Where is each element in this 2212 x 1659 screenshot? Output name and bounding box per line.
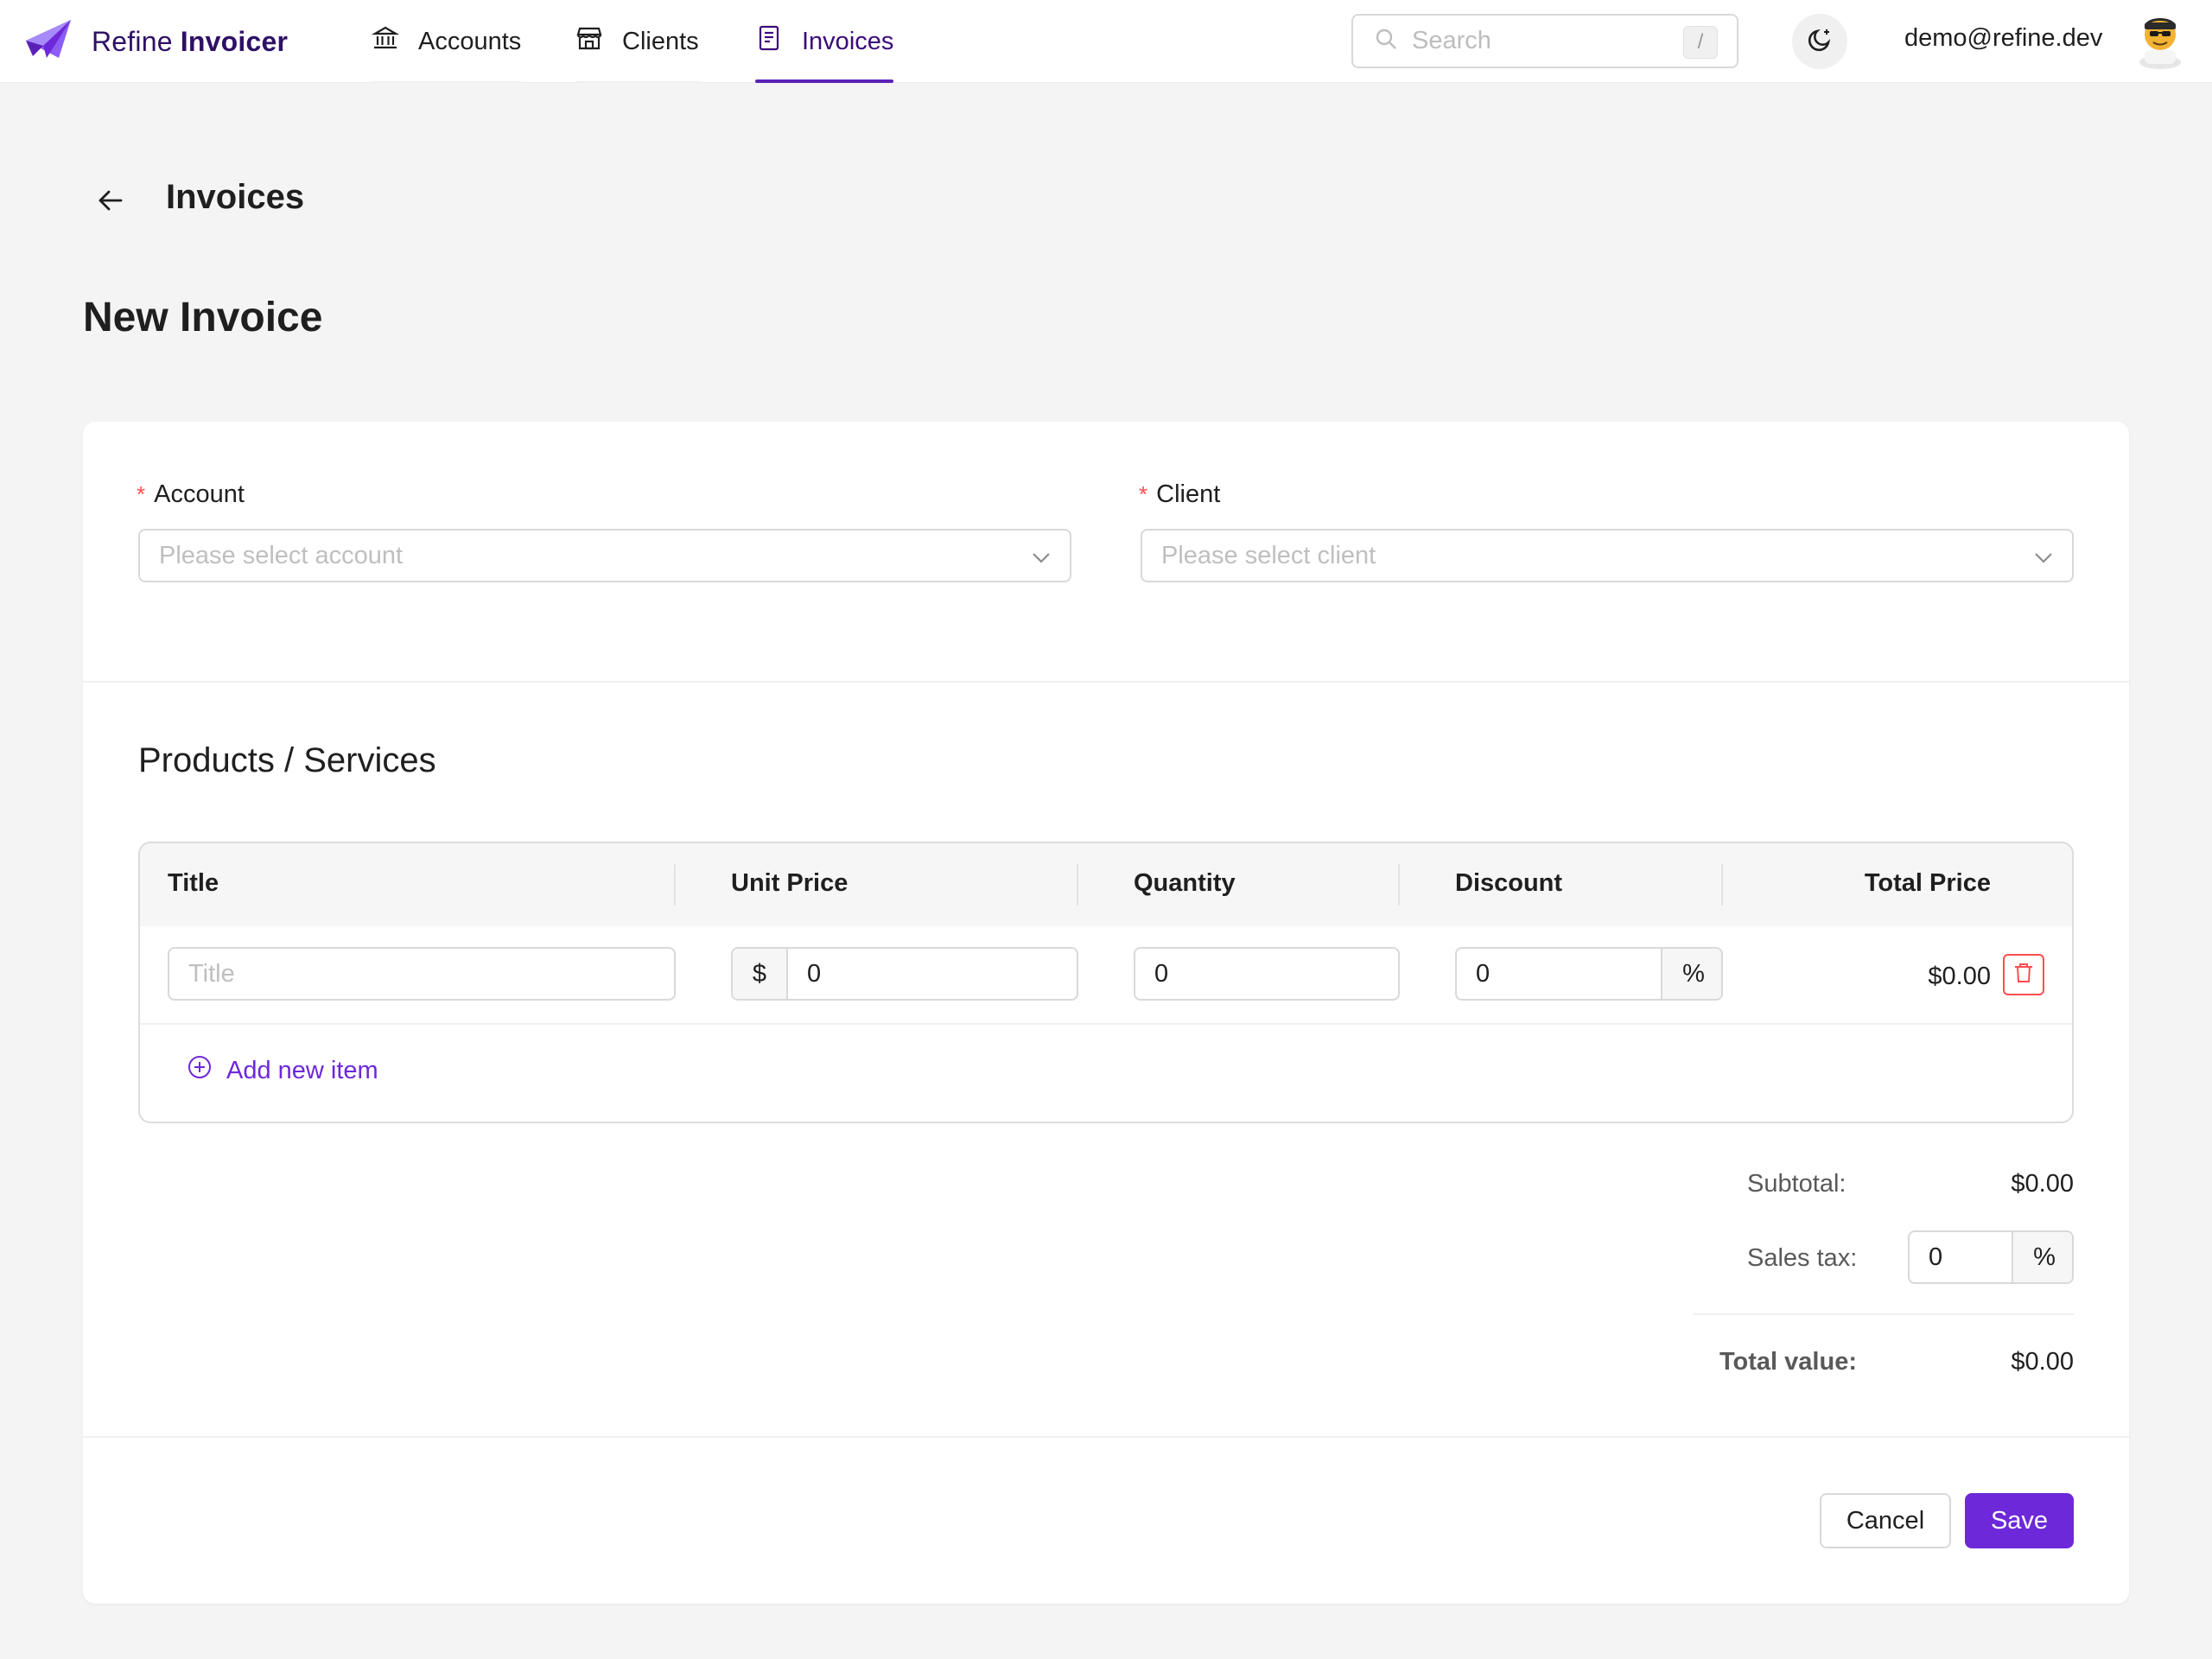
- table-header: Title Unit Price Quantity Discount Total…: [140, 843, 2072, 926]
- breadcrumb: Invoices: [166, 178, 305, 216]
- item-title-input[interactable]: [169, 949, 674, 999]
- search-icon: [1353, 27, 1398, 55]
- column-separator: [674, 864, 676, 906]
- quantity-field[interactable]: [1134, 947, 1400, 1001]
- account-label-text: Account: [154, 480, 245, 508]
- discount-input[interactable]: [1457, 949, 1661, 999]
- account-select-placeholder: Please select account: [159, 541, 404, 569]
- page-title: New Invoice: [83, 295, 323, 340]
- sales-tax-label: Sales tax:: [1747, 1244, 1858, 1272]
- brand-prefix: Refine: [92, 25, 173, 57]
- brand[interactable]: Refine Invoicer: [26, 19, 288, 64]
- products-table: Title Unit Price Quantity Discount Total…: [138, 842, 2074, 1123]
- client-label: * Client: [1139, 480, 1220, 509]
- column-header-discount: Discount: [1455, 869, 1563, 897]
- percent-addon: %: [2012, 1232, 2072, 1282]
- theme-toggle-button[interactable]: [1792, 14, 1847, 69]
- top-navigation-bar: Refine Invoicer Accounts Clients Invoice…: [0, 0, 2212, 83]
- nav-label-clients: Clients: [622, 27, 699, 55]
- total-value: $0.00: [2011, 1348, 2074, 1376]
- avatar[interactable]: [2134, 12, 2186, 69]
- row-total-price: $0.00: [1928, 963, 1991, 990]
- shop-icon: [575, 24, 622, 59]
- column-header-title: Title: [168, 869, 219, 897]
- brand-name: Refine Invoicer: [92, 26, 288, 58]
- column-separator: [1721, 864, 1723, 906]
- column-header-total-price: Total Price: [1864, 869, 1991, 897]
- search-input[interactable]: [1412, 27, 1671, 55]
- sales-tax-input[interactable]: [1910, 1232, 2012, 1282]
- subtotal-label: Subtotal:: [1747, 1170, 1847, 1198]
- summary-divider: [1694, 1313, 2074, 1315]
- add-item-button[interactable]: Add new item: [187, 1054, 378, 1087]
- invoice-icon: [755, 24, 802, 59]
- nav-item-accounts[interactable]: Accounts: [371, 0, 522, 83]
- delete-item-button[interactable]: [2003, 954, 2044, 995]
- section-divider: [83, 681, 2129, 683]
- column-separator: [1077, 864, 1078, 906]
- account-label: * Account: [137, 480, 245, 509]
- add-item-label: Add new item: [226, 1056, 378, 1084]
- client-select[interactable]: Please select client: [1141, 529, 2074, 582]
- total-value-label: Total value:: [1719, 1348, 1857, 1376]
- column-header-quantity: Quantity: [1134, 869, 1236, 897]
- unit-price-field[interactable]: $: [731, 947, 1078, 1001]
- client-select-placeholder: Please select client: [1161, 541, 1376, 569]
- trash-icon: [2012, 962, 2035, 988]
- discount-field[interactable]: %: [1455, 947, 1723, 1001]
- arrow-left-icon: [95, 185, 126, 220]
- quantity-input[interactable]: [1135, 949, 1398, 999]
- products-section-title: Products / Services: [138, 741, 436, 779]
- subtotal-value: $0.00: [2011, 1170, 2074, 1198]
- save-button[interactable]: Save: [1965, 1493, 2074, 1548]
- row-divider: [140, 1023, 2072, 1025]
- nav-item-clients[interactable]: Clients: [575, 0, 699, 83]
- currency-addon: $: [733, 949, 788, 999]
- nav-item-invoices[interactable]: Invoices: [755, 0, 894, 83]
- unit-price-input[interactable]: [788, 949, 1077, 999]
- nav-label-invoices: Invoices: [802, 27, 894, 55]
- column-header-unit-price: Unit Price: [731, 869, 849, 897]
- required-mark: *: [1139, 481, 1148, 507]
- footer-divider: [83, 1436, 2129, 1438]
- required-mark: *: [137, 481, 146, 507]
- bank-icon: [371, 24, 418, 59]
- column-separator: [1398, 864, 1400, 906]
- invoice-form-card: * Account Please select account * Client P…: [83, 422, 2129, 1604]
- paper-plane-logo-icon: [26, 19, 71, 64]
- search-box[interactable]: /: [1351, 14, 1738, 68]
- client-label-text: Client: [1156, 480, 1221, 508]
- search-shortcut-hint: /: [1683, 26, 1718, 59]
- user-email: demo@refine.dev: [1904, 24, 2103, 52]
- cancel-button[interactable]: Cancel: [1820, 1493, 1951, 1548]
- moon-icon: [1805, 25, 1834, 59]
- nav-label-accounts: Accounts: [418, 27, 522, 55]
- sales-tax-field[interactable]: %: [1908, 1230, 2074, 1284]
- item-title-field[interactable]: [168, 947, 676, 1001]
- account-select[interactable]: Please select account: [138, 529, 1071, 582]
- back-button[interactable]: [90, 181, 131, 223]
- plus-circle-icon: [187, 1054, 226, 1087]
- percent-addon: %: [1661, 949, 1721, 999]
- brand-suffix: Invoicer: [180, 25, 289, 57]
